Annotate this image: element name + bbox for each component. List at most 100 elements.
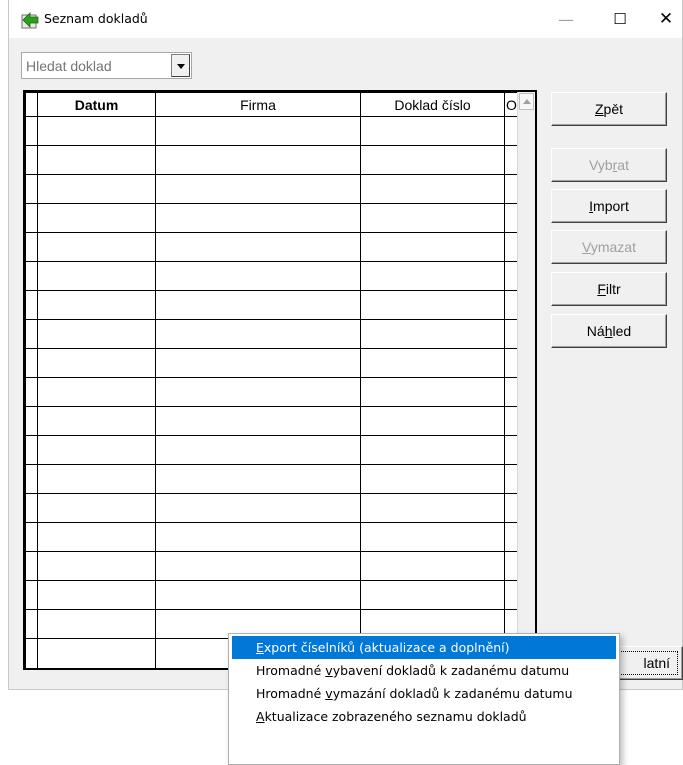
table-cell[interactable] — [360, 261, 505, 292]
row-selector-cell[interactable] — [25, 290, 38, 321]
vymazat-button[interactable]: Vymazat — [551, 230, 667, 264]
table-row[interactable] — [25, 522, 522, 553]
table-cell[interactable] — [37, 115, 156, 147]
table-cell[interactable] — [37, 609, 156, 640]
row-selector-cell[interactable] — [25, 609, 38, 640]
table-cell[interactable] — [37, 522, 156, 553]
table-row[interactable] — [25, 435, 522, 466]
table-cell[interactable] — [155, 493, 361, 524]
close-button[interactable]: ✕ — [643, 0, 683, 38]
row-selector-cell[interactable] — [25, 261, 38, 292]
table-row[interactable] — [25, 203, 522, 234]
table-cell[interactable] — [155, 377, 361, 408]
table-cell[interactable] — [360, 348, 505, 379]
table-row[interactable] — [25, 551, 522, 582]
table-cell[interactable] — [360, 174, 505, 205]
table-cell[interactable] — [37, 551, 156, 582]
row-selector-cell[interactable] — [25, 551, 38, 582]
row-selector-header[interactable] — [25, 92, 38, 117]
table-cell[interactable] — [155, 348, 361, 379]
row-selector-cell[interactable] — [25, 464, 38, 495]
row-selector-cell[interactable] — [25, 522, 38, 553]
table-row[interactable] — [25, 493, 522, 524]
context-menu-item[interactable]: Export číselníků (aktualizace a doplnění… — [232, 636, 616, 659]
table-row[interactable] — [25, 580, 522, 611]
context-menu-item[interactable]: Aktualizace zobrazeného seznamu dokladů — [229, 705, 619, 728]
maximize-button[interactable]: ☐ — [597, 0, 643, 38]
table-cell[interactable] — [155, 290, 361, 321]
table-cell[interactable] — [37, 493, 156, 524]
table-cell[interactable] — [37, 261, 156, 292]
column-header-datum[interactable]: Datum — [37, 92, 156, 117]
table-cell[interactable] — [360, 435, 505, 466]
zpet-button[interactable]: Zpět — [551, 92, 667, 126]
nahled-button[interactable]: Náhled — [551, 314, 667, 348]
title-bar[interactable]: Seznam dokladů — ☐ ✕ — [9, 0, 682, 38]
table-cell[interactable] — [360, 493, 505, 524]
row-selector-cell[interactable] — [25, 638, 38, 668]
table-cell[interactable] — [37, 203, 156, 234]
row-selector-cell[interactable] — [25, 348, 38, 379]
row-selector-cell[interactable] — [25, 145, 38, 176]
table-cell[interactable] — [155, 522, 361, 553]
table-cell[interactable] — [155, 435, 361, 466]
table-cell[interactable] — [360, 290, 505, 321]
table-cell[interactable] — [360, 580, 505, 611]
table-row[interactable] — [25, 261, 522, 292]
table-cell[interactable] — [360, 406, 505, 437]
row-selector-cell[interactable] — [25, 493, 38, 524]
table-cell[interactable] — [360, 377, 505, 408]
table-cell[interactable] — [155, 232, 361, 263]
table-cell[interactable] — [155, 145, 361, 176]
table-row[interactable] — [25, 319, 522, 350]
table-cell[interactable] — [37, 319, 156, 350]
dropdown-arrow-icon[interactable] — [171, 54, 190, 77]
table-cell[interactable] — [155, 580, 361, 611]
import-button[interactable]: Import — [551, 189, 667, 223]
table-cell[interactable] — [37, 464, 156, 495]
table-row[interactable] — [25, 464, 522, 495]
table-row[interactable] — [25, 232, 522, 263]
filtr-button[interactable]: Filtr — [551, 272, 667, 306]
table-cell[interactable] — [37, 174, 156, 205]
table-cell[interactable] — [155, 115, 361, 147]
table-cell[interactable] — [360, 319, 505, 350]
table-cell[interactable] — [37, 377, 156, 408]
table-row[interactable] — [25, 406, 522, 437]
table-row[interactable] — [25, 290, 522, 321]
table-cell[interactable] — [37, 580, 156, 611]
table-cell[interactable] — [37, 638, 156, 668]
table-cell[interactable] — [155, 464, 361, 495]
table-row[interactable] — [25, 115, 522, 147]
table-row[interactable] — [25, 348, 522, 379]
table-cell[interactable] — [155, 261, 361, 292]
table-cell[interactable] — [360, 522, 505, 553]
column-header-firma[interactable]: Firma — [155, 92, 361, 117]
column-header-doklad-cislo[interactable]: Doklad číslo — [360, 92, 505, 117]
table-cell[interactable] — [360, 551, 505, 582]
row-selector-cell[interactable] — [25, 580, 38, 611]
table-row[interactable] — [25, 174, 522, 205]
table-cell[interactable] — [155, 203, 361, 234]
table-row[interactable] — [25, 145, 522, 176]
table-cell[interactable] — [360, 115, 505, 147]
table-cell[interactable] — [155, 551, 361, 582]
table-cell[interactable] — [37, 145, 156, 176]
vybrat-button[interactable]: Vybrat — [551, 148, 667, 182]
row-selector-cell[interactable] — [25, 319, 38, 350]
table-cell[interactable] — [37, 232, 156, 263]
minimize-button[interactable]: — — [543, 0, 589, 38]
table-row[interactable] — [25, 377, 522, 408]
row-selector-cell[interactable] — [25, 203, 38, 234]
row-selector-cell[interactable] — [25, 435, 38, 466]
search-input[interactable] — [26, 57, 161, 75]
table-cell[interactable] — [360, 464, 505, 495]
row-selector-cell[interactable] — [25, 115, 38, 147]
vertical-scrollbar[interactable] — [517, 92, 535, 668]
search-combo[interactable] — [21, 52, 192, 79]
table-cell[interactable] — [37, 348, 156, 379]
row-selector-cell[interactable] — [25, 377, 38, 408]
table-cell[interactable] — [37, 435, 156, 466]
row-selector-cell[interactable] — [25, 174, 38, 205]
row-selector-cell[interactable] — [25, 232, 38, 263]
